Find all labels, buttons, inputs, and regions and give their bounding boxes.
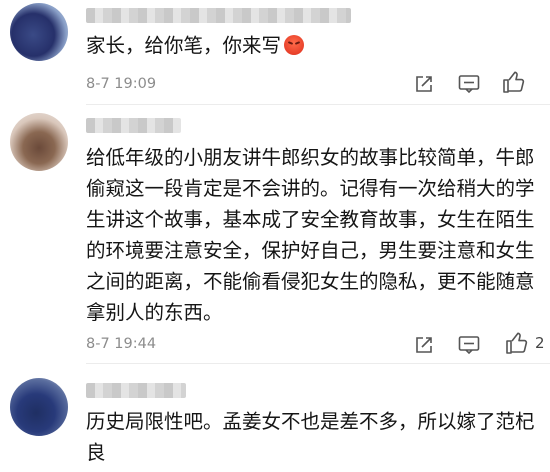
comment-2: 给低年级的小朋友讲牛郎织女的故事比较简单，牛郎偷窥这一段肯定是不会讲的。记得有一… (0, 105, 550, 363)
username-redacted[interactable] (86, 8, 351, 23)
comment-icon (458, 75, 480, 94)
comment-time: 8-7 19:09 (86, 76, 157, 92)
like-button[interactable]: 2 (505, 331, 545, 355)
like-button[interactable] (502, 70, 532, 94)
thumbs-up-icon (506, 332, 528, 354)
username-redacted[interactable] (86, 383, 186, 398)
comment-3: 历史局限性吧。孟姜女不也是差不多，所以嫁了范杞良 (0, 364, 550, 472)
comment-text: 历史局限性吧。孟姜女不也是差不多，所以嫁了范杞良 (86, 410, 535, 464)
avatar[interactable] (10, 378, 68, 436)
comment-icon (458, 336, 480, 355)
reply-button[interactable] (458, 72, 480, 96)
reply-button[interactable] (458, 333, 480, 357)
comment-text: 给低年级的小朋友讲牛郎织女的故事比较简单，牛郎偷窥这一段肯定是不会讲的。记得有一… (86, 146, 535, 324)
share-button[interactable] (414, 72, 434, 96)
share-icon (416, 76, 432, 92)
angry-face-icon (284, 35, 305, 55)
comment-1: 家长，给你笔，你来写 8-7 19:09 (0, 0, 550, 108)
username-redacted[interactable] (86, 118, 181, 133)
share-icon (416, 337, 432, 353)
like-count: 2 (535, 334, 545, 352)
comment-time: 8-7 19:44 (86, 336, 157, 352)
avatar[interactable] (10, 113, 68, 171)
share-button[interactable] (414, 333, 434, 357)
thumbs-up-icon (503, 71, 525, 93)
avatar[interactable] (10, 3, 68, 61)
comment-text: 家长，给你笔，你来写 (86, 30, 541, 61)
